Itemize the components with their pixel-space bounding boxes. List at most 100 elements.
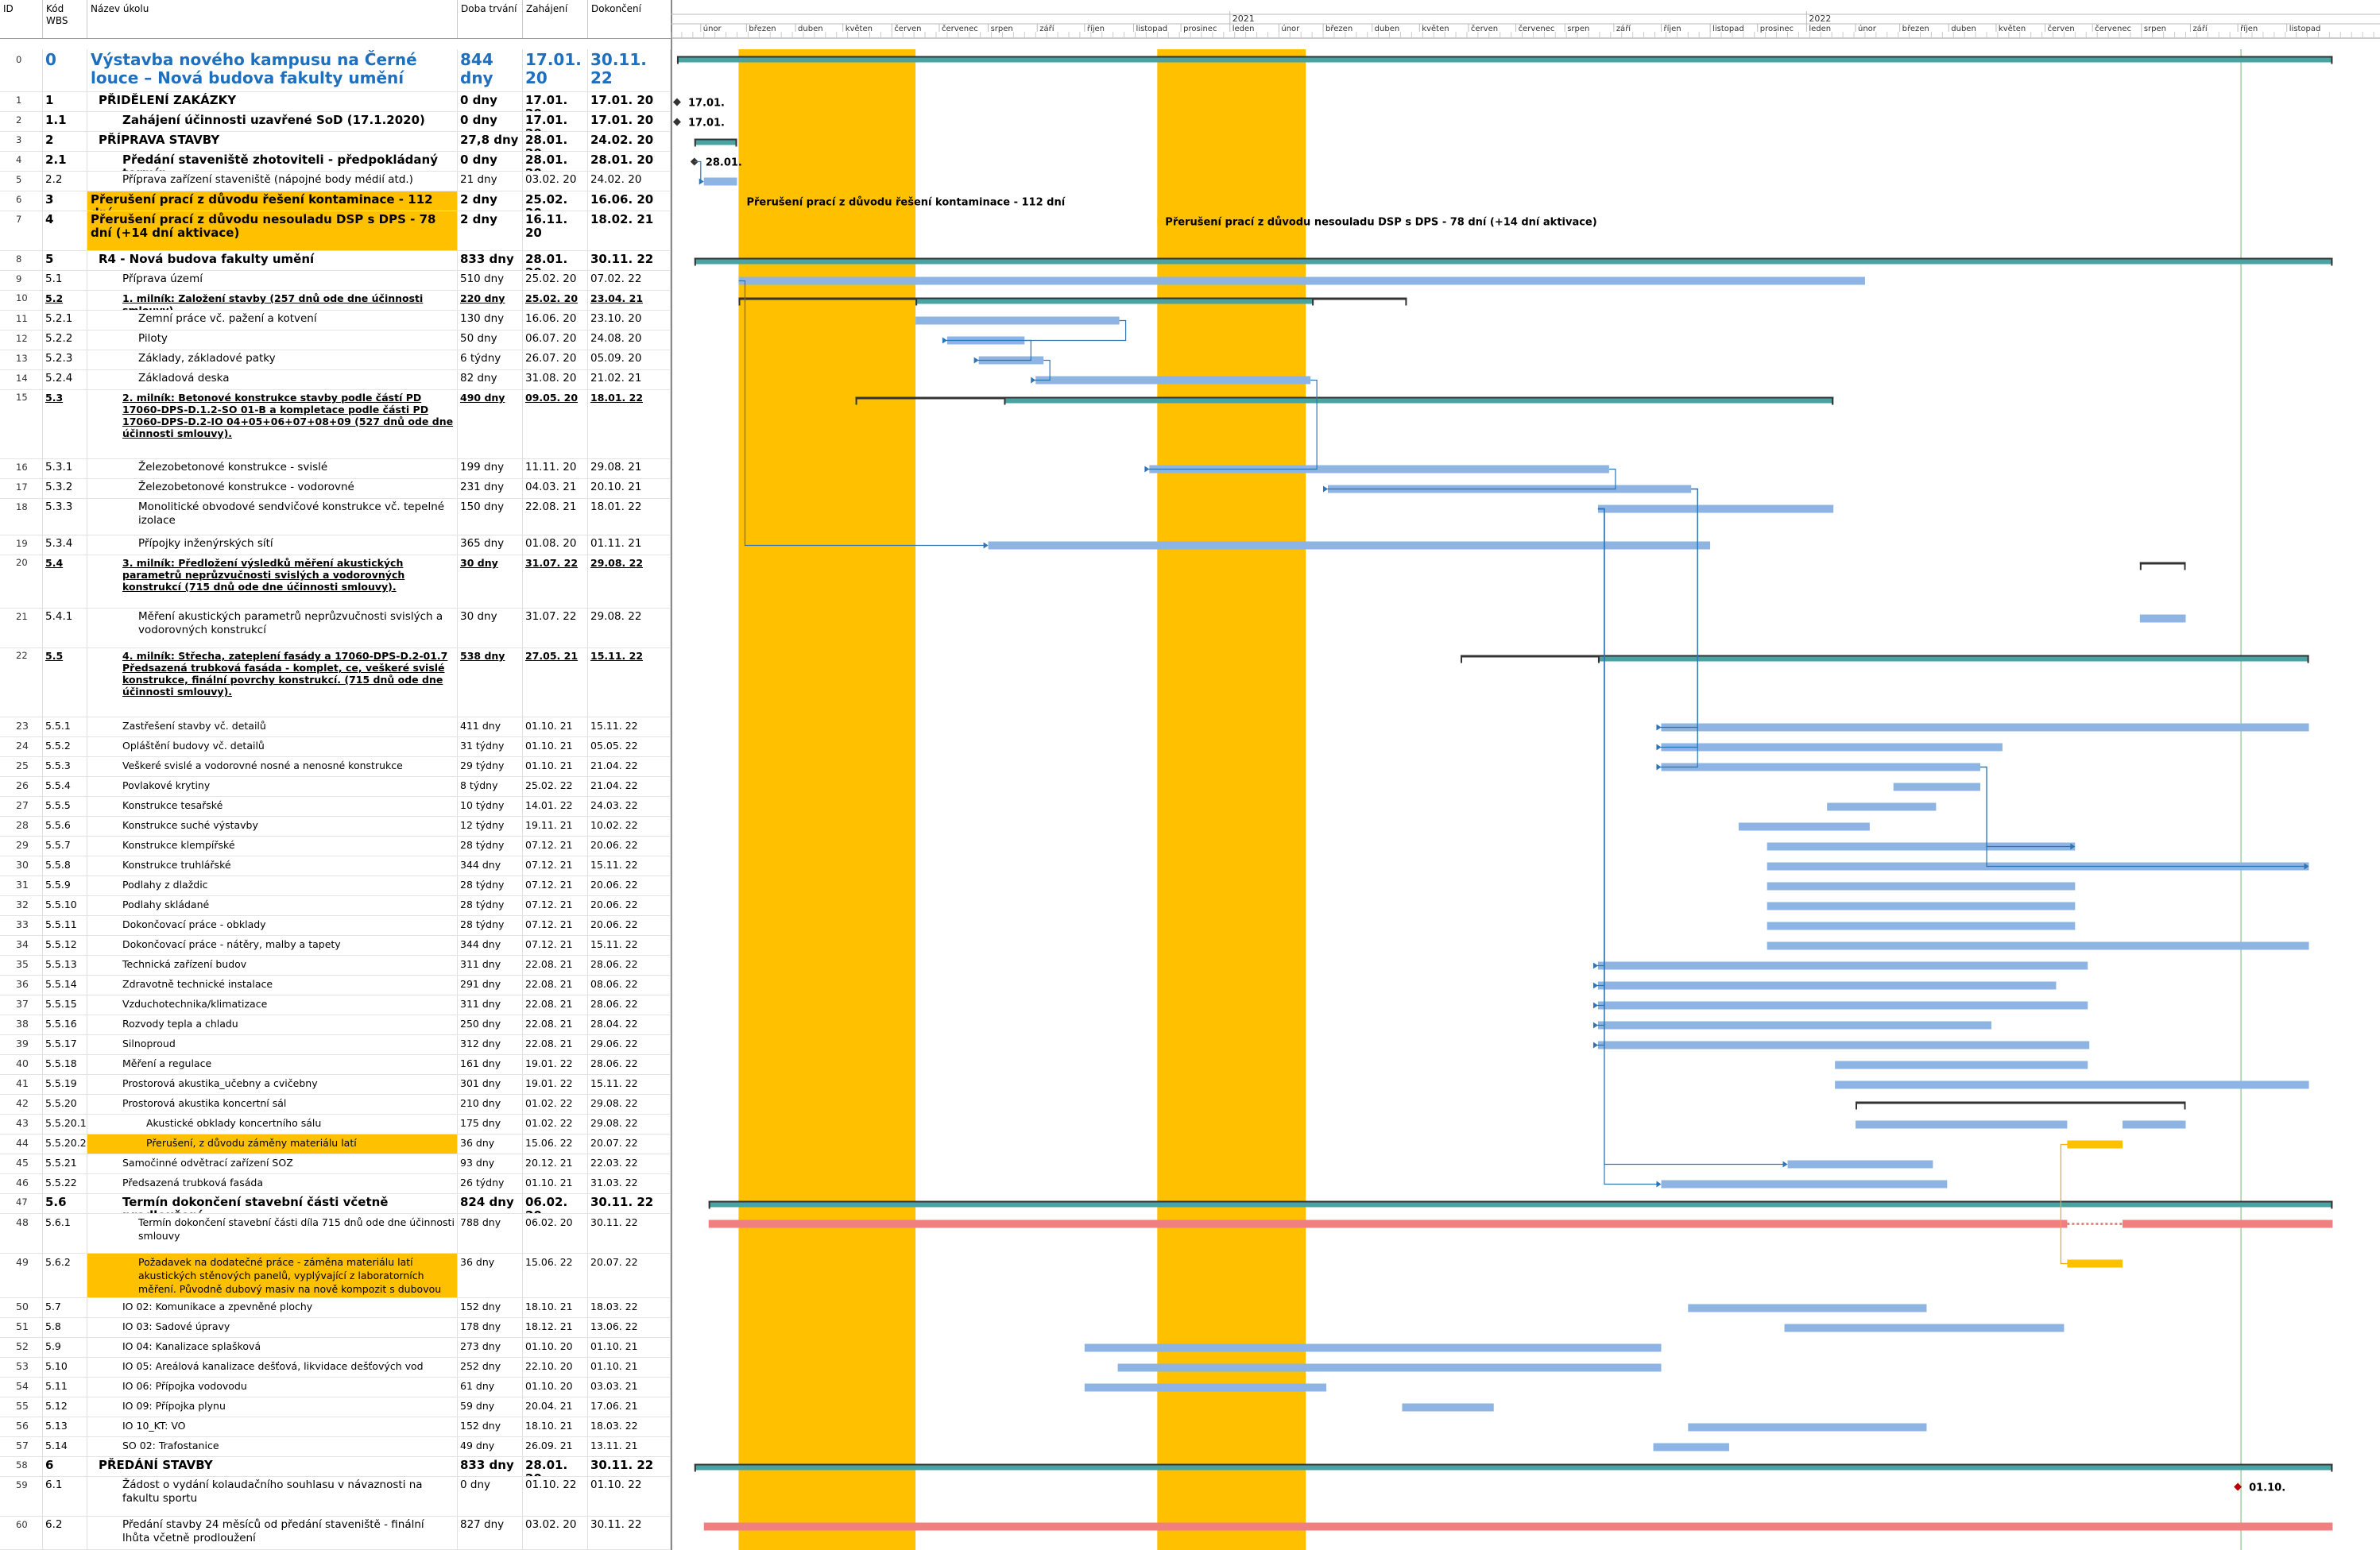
- row-id-cell[interactable]: 33: [0, 916, 43, 935]
- row-finish-cell[interactable]: 20.06. 22: [588, 916, 671, 935]
- table-row[interactable]: 38 5.5.16 Rozvody tepla a chladu 250 dny 22.…: [0, 1015, 671, 1035]
- row-finish-cell[interactable]: 31.03. 22: [588, 1174, 671, 1193]
- row-finish-cell[interactable]: 18.02. 21: [588, 211, 671, 250]
- task-bar[interactable]: [1597, 961, 2088, 970]
- row-finish-cell[interactable]: 24.03. 22: [588, 797, 671, 816]
- row-name-cell[interactable]: Zastřešení stavby vč. detailů: [87, 717, 458, 736]
- row-id-cell[interactable]: 41: [0, 1075, 43, 1094]
- row-name-cell[interactable]: Dokončovací práce - obklady: [87, 916, 458, 935]
- row-id-cell[interactable]: 32: [0, 896, 43, 915]
- row-duration-cell[interactable]: 344 dny: [458, 856, 523, 875]
- row-name-cell[interactable]: Veškeré svislé a vodorovné nosné a nenos…: [87, 757, 458, 776]
- row-start-cell[interactable]: 19.01. 22: [523, 1075, 588, 1094]
- row-name-cell[interactable]: PŘIDĚLENÍ ZAKÁZKY: [87, 92, 458, 111]
- row-wbs-cell[interactable]: 5.5.2: [43, 737, 87, 756]
- row-id-cell[interactable]: 2: [0, 112, 43, 131]
- row-duration-cell[interactable]: 312 dny: [458, 1035, 523, 1054]
- row-name-cell[interactable]: Konstrukce truhlářské: [87, 856, 458, 875]
- row-start-cell[interactable]: 22.08. 21: [523, 956, 588, 975]
- table-row[interactable]: 36 5.5.14 Zdravotně technické instalace 291…: [0, 976, 671, 995]
- row-start-cell[interactable]: 01.10. 21: [523, 717, 588, 736]
- table-row[interactable]: 54 5.11 IO 06: Přípojka vodovodu 61 dny 01.1…: [0, 1378, 671, 1397]
- row-id-cell[interactable]: 9: [0, 271, 43, 290]
- row-name-cell[interactable]: 3. milník: Předložení výsledků měření ak…: [87, 555, 458, 608]
- table-row[interactable]: 6 3 Přerušení prací z důvodu řešení kontam…: [0, 191, 671, 211]
- row-name-cell[interactable]: Měření akustických parametrů neprůzvučno…: [87, 609, 458, 647]
- row-duration-cell[interactable]: 93 dny: [458, 1154, 523, 1173]
- row-finish-cell[interactable]: 15.11. 22: [588, 717, 671, 736]
- row-finish-cell[interactable]: 07.02. 22: [588, 271, 671, 290]
- row-name-cell[interactable]: IO 06: Přípojka vodovodu: [87, 1378, 458, 1397]
- row-duration-cell[interactable]: 49 dny: [458, 1437, 523, 1456]
- table-row[interactable]: 37 5.5.15 Vzduchotechnika/klimatizace 311 d…: [0, 995, 671, 1015]
- task-bar[interactable]: [1767, 941, 2309, 950]
- row-id-cell[interactable]: 6: [0, 191, 43, 211]
- table-row[interactable]: 13 5.2.3 Základy, základové patky 6 týdny 26…: [0, 350, 671, 370]
- row-start-cell[interactable]: 16.06. 20: [523, 311, 588, 330]
- row-start-cell[interactable]: 09.05. 20: [523, 390, 588, 458]
- row-id-cell[interactable]: 56: [0, 1417, 43, 1436]
- row-start-cell[interactable]: 07.12. 21: [523, 936, 588, 955]
- row-finish-cell[interactable]: 21.04. 22: [588, 777, 671, 796]
- row-duration-cell[interactable]: 26 týdny: [458, 1174, 523, 1193]
- row-name-cell[interactable]: Termín dokončení stavební části díla 715…: [87, 1214, 458, 1253]
- row-id-cell[interactable]: 30: [0, 856, 43, 875]
- table-row[interactable]: 28 5.5.6 Konstrukce suché výstavby 12 týdny…: [0, 817, 671, 837]
- table-row[interactable]: 53 5.10 IO 05: Areálová kanalizace dešťová…: [0, 1358, 671, 1378]
- row-wbs-cell[interactable]: 5.5.20: [43, 1095, 87, 1114]
- table-row[interactable]: 0 0 Výstavba nového kampusu na Černé louce…: [0, 49, 671, 92]
- table-row[interactable]: 23 5.5.1 Zastřešení stavby vč. detailů 411 …: [0, 717, 671, 737]
- row-duration-cell[interactable]: 291 dny: [458, 976, 523, 995]
- row-wbs-cell[interactable]: 5.5.5: [43, 797, 87, 816]
- table-row[interactable]: 15 5.3 2. milník: Betonové konstrukce stav…: [0, 390, 671, 459]
- task-bar[interactable]: [1597, 1021, 1991, 1030]
- row-id-cell[interactable]: 7: [0, 211, 43, 250]
- row-wbs-cell[interactable]: 5.5.10: [43, 896, 87, 915]
- row-wbs-cell[interactable]: 5.10: [43, 1358, 87, 1377]
- row-name-cell[interactable]: Žádost o vydání kolaudačního souhlasu v …: [87, 1477, 458, 1516]
- row-start-cell[interactable]: 01.02. 22: [523, 1095, 588, 1114]
- row-id-cell[interactable]: 52: [0, 1338, 43, 1357]
- row-name-cell[interactable]: 2. milník: Betonové konstrukce stavby po…: [87, 390, 458, 458]
- critical-bar[interactable]: [2122, 1220, 2333, 1228]
- row-id-cell[interactable]: 39: [0, 1035, 43, 1054]
- row-finish-cell[interactable]: 20.07. 22: [588, 1254, 671, 1297]
- row-finish-cell[interactable]: 29.08. 21: [588, 459, 671, 478]
- task-bar[interactable]: [1402, 1403, 1494, 1412]
- row-start-cell[interactable]: 22.08. 21: [523, 976, 588, 995]
- table-row[interactable]: 60 6.2 Předání stavby 24 měsíců od předání…: [0, 1517, 671, 1550]
- row-finish-cell[interactable]: 21.04. 22: [588, 757, 671, 776]
- row-id-cell[interactable]: 58: [0, 1457, 43, 1476]
- row-start-cell[interactable]: 07.12. 21: [523, 856, 588, 875]
- row-id-cell[interactable]: 25: [0, 757, 43, 776]
- row-name-cell[interactable]: Samočinné odvětrací zařízení SOZ: [87, 1154, 458, 1173]
- row-name-cell[interactable]: Předsazená trubková fasáda: [87, 1174, 458, 1193]
- row-duration-cell[interactable]: 510 dny: [458, 271, 523, 290]
- table-row[interactable]: 19 5.3.4 Přípojky inženýrských sítí 365 dny…: [0, 535, 671, 555]
- task-bar[interactable]: [1835, 1080, 2309, 1089]
- row-wbs-cell[interactable]: 5.3.1: [43, 459, 87, 478]
- table-row[interactable]: 39 5.5.17 Silnoproud 312 dny 22.08. 21 29.06.…: [0, 1035, 671, 1055]
- row-start-cell[interactable]: 25.02. 20: [523, 271, 588, 290]
- row-duration-cell[interactable]: 538 dny: [458, 648, 523, 717]
- row-finish-cell[interactable]: 30.11. 22: [588, 49, 671, 91]
- row-id-cell[interactable]: 10: [0, 291, 43, 310]
- row-name-cell[interactable]: Silnoproud: [87, 1035, 458, 1054]
- row-start-cell[interactable]: 19.11. 21: [523, 817, 588, 836]
- row-start-cell[interactable]: 22.08. 21: [523, 995, 588, 1015]
- row-duration-cell[interactable]: 311 dny: [458, 995, 523, 1015]
- row-duration-cell[interactable]: 788 dny: [458, 1214, 523, 1253]
- row-finish-cell[interactable]: 29.08. 22: [588, 1095, 671, 1114]
- row-name-cell[interactable]: Zdravotně technické instalace: [87, 976, 458, 995]
- row-name-cell[interactable]: Akustické obklady koncertního sálu: [87, 1115, 458, 1134]
- row-name-cell[interactable]: Předání stavby 24 měsíců od předání stav…: [87, 1517, 458, 1549]
- task-bar[interactable]: [1084, 1383, 1327, 1392]
- row-duration-cell[interactable]: 199 dny: [458, 459, 523, 478]
- row-duration-cell[interactable]: 844 dny: [458, 49, 523, 91]
- row-duration-cell[interactable]: 0 dny: [458, 112, 523, 131]
- row-id-cell[interactable]: 19: [0, 535, 43, 555]
- row-start-cell[interactable]: 22.10. 20: [523, 1358, 588, 1377]
- row-duration-cell[interactable]: 30 dny: [458, 555, 523, 608]
- row-wbs-cell[interactable]: 5.5.13: [43, 956, 87, 975]
- row-duration-cell[interactable]: 220 dny: [458, 291, 523, 310]
